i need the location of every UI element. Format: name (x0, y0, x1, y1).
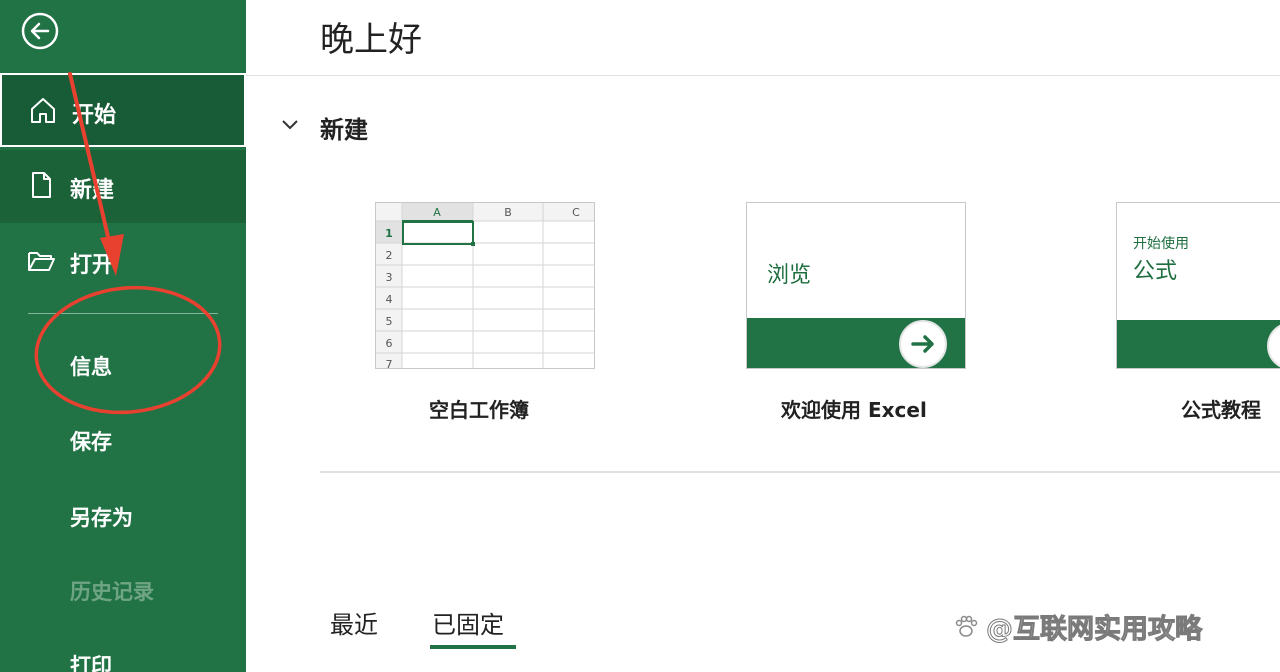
new-document-icon (32, 172, 51, 198)
sidebar-item-history: 历史记录 (70, 580, 154, 604)
sheet-thumbnail: A B C 1 2 3 4 5 6 7 (376, 203, 594, 369)
thumb-text: 浏览 (767, 263, 812, 288)
back-arrow-icon[interactable] (19, 10, 61, 52)
sheet-row-6: 6 (386, 337, 393, 350)
tab-pinned[interactable]: 已固定 (432, 605, 504, 640)
chevron-down-icon[interactable] (278, 112, 302, 136)
sidebar-item-label: 开始 (72, 103, 117, 128)
paw-icon (955, 615, 978, 637)
sheet-row-3: 3 (386, 271, 393, 284)
active-tab-indicator (430, 645, 516, 649)
sidebar-item-save[interactable]: 保存 (70, 426, 112, 456)
sheet-row-4: 4 (386, 293, 393, 306)
sheet-col-b: B (504, 206, 512, 219)
template-welcome-excel[interactable]: 浏览 (746, 202, 966, 369)
watermark: @互联网实用攻略 (952, 607, 1203, 646)
template-label[interactable]: 公式教程 (1181, 394, 1261, 423)
header-divider (246, 75, 1280, 76)
sheet-col-c: C (572, 206, 580, 219)
thumb-text: 公式 (1133, 259, 1178, 284)
home-icon (31, 98, 55, 123)
open-folder-icon (28, 252, 55, 271)
sidebar-divider (28, 313, 218, 314)
sheet-row-1: 1 (385, 227, 393, 240)
sidebar-item-print[interactable]: 打印 (70, 650, 112, 672)
sidebar-item-label: 新建 (70, 178, 115, 203)
template-blank-workbook[interactable]: A B C 1 2 3 4 5 6 7 (375, 202, 595, 369)
sidebar-item-home[interactable]: 开始 (0, 73, 246, 147)
sidebar-item-info[interactable]: 信息 (70, 351, 112, 381)
backstage-sidebar: 开始 新建 打开 信息 保存 另存为 历史记录 打印 (0, 0, 246, 672)
greeting-title: 晚上好 (320, 20, 422, 60)
section-divider (320, 471, 1280, 473)
tab-recent[interactable]: 最近 (330, 605, 378, 640)
sheet-col-a: A (433, 206, 441, 219)
sheet-row-2: 2 (386, 249, 393, 262)
template-label[interactable]: 空白工作簿 (429, 394, 529, 423)
sidebar-item-save-as[interactable]: 另存为 (70, 502, 133, 532)
sidebar-item-open[interactable]: 打开 (0, 225, 246, 297)
sidebar-item-new[interactable]: 新建 (0, 150, 246, 223)
section-title-new: 新建 (320, 116, 368, 144)
thumb-band (1117, 320, 1280, 368)
template-label[interactable]: 欢迎使用 Excel (781, 394, 927, 423)
arrow-right-icon (911, 335, 934, 353)
sheet-row-5: 5 (386, 315, 393, 328)
sheet-row-7: 7 (386, 358, 393, 369)
sidebar-item-label: 打开 (70, 253, 115, 278)
arrow-right-button (899, 320, 947, 368)
template-formula-tutorial[interactable]: 开始使用 公式 (1116, 202, 1280, 369)
watermark-text: @互联网实用攻略 (986, 614, 1203, 646)
thumb-small-text: 开始使用 (1133, 236, 1189, 252)
